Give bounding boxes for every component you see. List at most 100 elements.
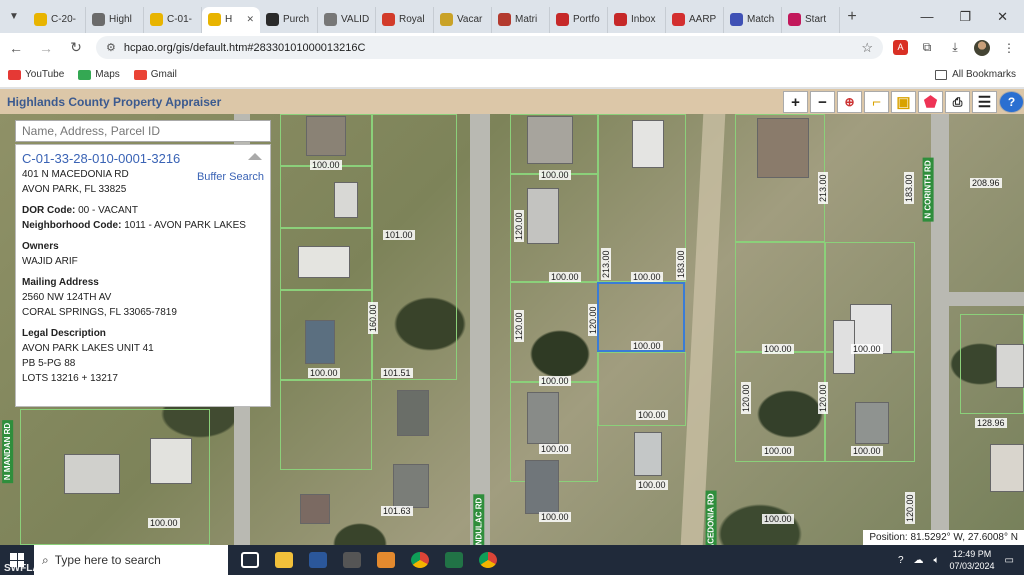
lot-dimension: 120.00 [818,382,828,414]
parcel-id[interactable]: C-01-33-28-010-0001-3216 [22,151,264,166]
new-tab-button[interactable]: + [840,8,864,26]
download-icon[interactable]: ⤓ [946,40,964,55]
house-roof [298,246,350,278]
collapse-icon[interactable] [248,153,262,160]
volume-icon[interactable]: 🔈︎ [934,555,940,566]
profile-avatar[interactable] [974,39,990,56]
print-icon[interactable]: ⎙ [945,91,970,113]
minimize-icon[interactable]: — [920,9,933,25]
buffer-search-link[interactable]: Buffer Search [197,170,264,185]
bookmark-favicon-icon [133,69,147,80]
chrome-icon[interactable] [406,545,434,575]
lot-dimension: 100.00 [631,272,663,282]
tab-favicon-icon [382,13,395,26]
browser-tab[interactable]: Purch [260,6,318,33]
menu-icon[interactable]: ☰ [972,91,997,113]
lot-dimension: 213.00 [818,172,828,204]
parcel-search-input[interactable]: Name, Address, Parcel ID [15,120,271,142]
chrome-alt-icon[interactable] [474,545,502,575]
select-icon[interactable]: ▣ [891,91,916,113]
dor-code-value: 00 - VACANT [78,205,138,216]
reload-icon[interactable]: ↻ [66,39,86,56]
bookmark-label: Maps [95,69,120,80]
tab-favicon-icon [324,13,337,26]
neighborhood-value: 1011 - AVON PARK LAKES [124,220,246,231]
browser-tab[interactable]: Match [724,6,782,33]
browser-tab[interactable]: Highl [86,6,144,33]
close-tab-icon[interactable]: ✕ [246,14,254,25]
bookmark-item[interactable]: Gmail [133,69,177,80]
bookmark-star-icon[interactable]: ☆ [861,40,873,56]
all-bookmarks[interactable]: All Bookmarks [935,69,1016,80]
kebab-menu-icon[interactable]: ⋮ [1000,41,1018,55]
address-bar[interactable]: ⚙ hcpao.org/gis/default.htm#283301010000… [96,36,883,59]
tab-label: Royal [399,14,425,25]
lot-dimension: 100.00 [539,512,571,522]
forward-icon[interactable]: → [36,40,56,56]
browser-tab[interactable]: C-01- [144,6,202,33]
task-view-icon[interactable] [236,545,264,575]
clock[interactable]: 12:49 PM 07/03/2024 [950,548,995,572]
bookmark-item[interactable]: YouTube [8,69,64,80]
taskbar-search[interactable]: ⌕ Type here to search [34,545,228,575]
lot-dimension: 100.00 [539,170,571,180]
back-icon[interactable]: ← [6,40,26,56]
house-roof [306,116,346,156]
windows-taskbar: ⌕ Type here to search ? ☁ 🔈︎ 12:49 PM 07… [0,545,1024,575]
lot-dimension: 101.51 [381,368,413,378]
pdf-extension-icon[interactable]: A [893,40,908,55]
legal-line3: LOTS 13216 + 13217 [22,373,118,384]
selected-parcel-outline[interactable] [597,282,685,352]
lot-boundary [280,166,372,228]
browser-tab[interactable]: Vacar [434,6,492,33]
help-tray-icon[interactable]: ? [898,555,904,566]
zoom-in-icon[interactable]: + [783,91,808,113]
house-roof [393,464,429,508]
lot-dimension: 128.96 [975,418,1007,428]
browser-tab[interactable]: Royal [376,6,434,33]
lot-dimension: 100.00 [539,444,571,454]
road-label-mandan: N MANDAN RD [2,419,14,484]
lot-dimension: 120.00 [741,382,751,414]
tab-search-icon[interactable]: ▼ [0,0,28,33]
lot-dimension: 120.00 [514,310,524,342]
lot-dimension: 101.00 [383,230,415,240]
tab-label: H [225,14,233,25]
site-info-icon[interactable]: ⚙ [106,41,116,54]
tab-label: Portfo [573,14,600,25]
tab-label: C-01- [167,14,193,25]
extensions-icon[interactable]: ⧉ [918,40,936,55]
browser-tab[interactable]: Inbox [608,6,666,33]
zoom-box-icon[interactable]: ⊕ [837,91,862,113]
sand-path [680,114,726,545]
pinned-apps [236,545,502,575]
browser-tab[interactable]: Start [782,6,840,33]
lot-dimension: 100.00 [762,446,794,456]
measure-icon[interactable]: ⌐ [864,91,889,113]
browser-tab[interactable]: Matri [492,6,550,33]
browser-tab[interactable]: Portfo [550,6,608,33]
file-explorer-icon[interactable] [270,545,298,575]
network-icon[interactable]: ☁ [914,555,924,566]
restore-icon[interactable]: ❐ [959,9,971,25]
bookmark-label: YouTube [25,69,65,80]
notifications-icon[interactable]: ▭ [1005,555,1014,566]
taskbar-search-placeholder: Type here to search [54,553,161,567]
close-window-icon[interactable]: ✕ [997,9,1008,25]
word-icon[interactable] [304,545,332,575]
lot-dimension: 120.00 [905,492,915,524]
browser-tab[interactable]: C-20- [28,6,86,33]
lot-dimension: 100.00 [636,410,668,420]
bookmark-item[interactable]: Maps [78,69,120,80]
identify-icon[interactable]: ⬟ [918,91,943,113]
calculator-icon[interactable] [338,545,366,575]
browser-tab[interactable]: AARP [666,6,724,33]
help-icon[interactable]: ? [999,91,1024,113]
folder-icon [935,69,948,80]
legal-line2: PB 5-PG 88 [22,358,76,369]
media-player-icon[interactable] [372,545,400,575]
browser-tab[interactable]: H ✕ [202,6,260,33]
zoom-out-icon[interactable]: − [810,91,835,113]
browser-tab[interactable]: VALID [318,6,376,33]
excel-icon[interactable] [440,545,468,575]
